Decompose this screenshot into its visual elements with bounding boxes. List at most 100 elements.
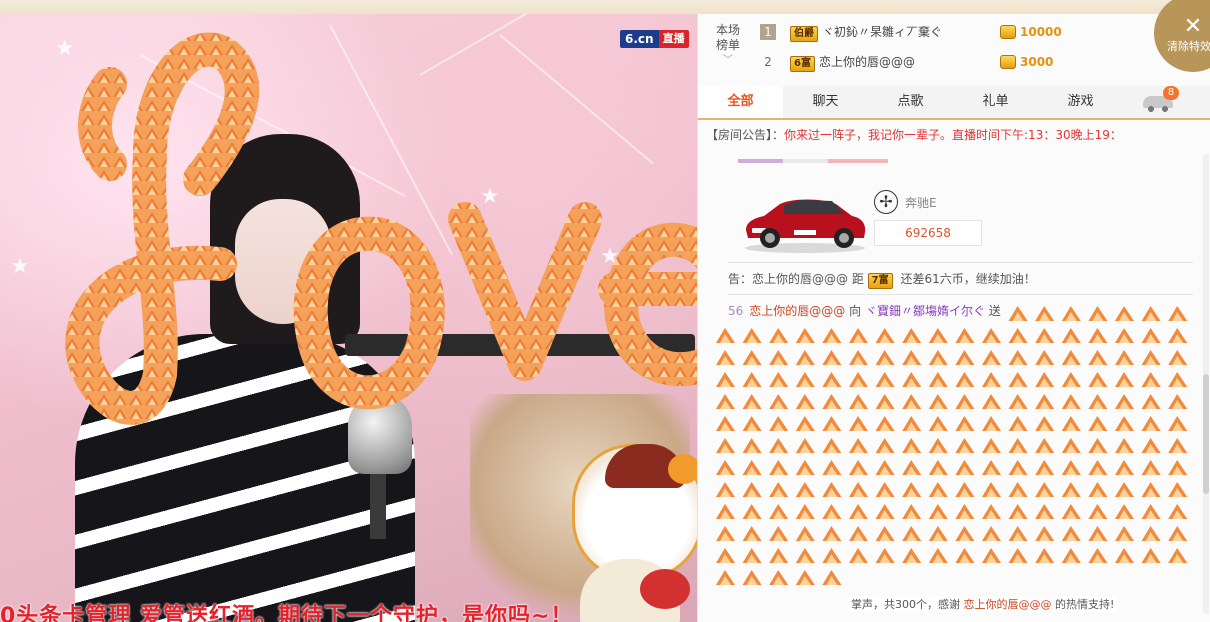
tab-gift-list[interactable]: 礼单 [953, 86, 1038, 118]
gift-icon [716, 526, 735, 541]
gift-icon [1035, 350, 1055, 365]
gift-icon [769, 570, 789, 585]
gift-icon [742, 482, 762, 497]
gift-icon [1088, 306, 1108, 321]
gift-icon [1035, 482, 1055, 497]
gift-icon [849, 482, 868, 497]
gift-icon [1115, 482, 1134, 497]
gift-icon [716, 394, 735, 409]
clear-effects-button[interactable]: ✕ 清除特效 [1154, 0, 1210, 72]
gift-target[interactable]: ヾ寶鈿〃鄒塲媠イ尔ぐ [865, 304, 985, 318]
gift-icon [742, 504, 762, 519]
gift-icon [982, 372, 1001, 387]
guard-middle: 距 [848, 272, 868, 286]
gift-icon [1061, 504, 1081, 519]
gift-icon [1088, 394, 1108, 409]
notice-label: 【房间公告】： [706, 128, 785, 142]
gift-icon [742, 416, 762, 431]
gift-icon [1168, 394, 1188, 409]
gift-icon [1141, 328, 1161, 343]
gift-icon [1141, 548, 1161, 563]
live-video[interactable]: ★ ★ ★ ★ ★ 6.cn 直播 0头条卡管理 爱管送红酒。期待下一个守护，是… [0, 14, 697, 622]
gift-icon [902, 460, 922, 475]
tab-chat[interactable]: 聊天 [783, 86, 868, 118]
gift-icon [1115, 504, 1134, 519]
gift-sender[interactable]: 恋上你的唇@@@ [749, 304, 845, 318]
gift-icon [928, 526, 948, 541]
gift-icon [1168, 526, 1188, 541]
gift-icon [955, 504, 975, 519]
clipped-chat-line [738, 156, 888, 164]
gift-icon [769, 460, 789, 475]
gift-icon [982, 548, 1001, 563]
gift-icon [928, 416, 948, 431]
leaderboard-toggle[interactable]: 本场 榜单 ﹀ [698, 14, 758, 78]
gift-icon [875, 394, 895, 409]
gift-icon [955, 526, 975, 541]
gift-icon [822, 570, 842, 585]
gift-icon [1035, 438, 1055, 453]
gift-icon [1168, 306, 1188, 321]
gift-icon [1035, 394, 1055, 409]
hamster-ear [668, 454, 697, 484]
tab-all[interactable]: 全部 [698, 86, 783, 118]
gift-icon [822, 482, 842, 497]
gift-icon [1008, 482, 1028, 497]
gift-icon [795, 416, 815, 431]
gift-icon [955, 350, 975, 365]
guard-suffix: 还差61六币，继续加油！ [896, 272, 1036, 286]
gift-icon [1168, 548, 1188, 563]
gift-icon [1088, 548, 1108, 563]
gift-icon [902, 482, 922, 497]
gift-icon [795, 482, 815, 497]
gift-icon [1008, 416, 1028, 431]
chevron-down-icon: ﹀ [723, 55, 733, 66]
gift-icon [875, 482, 895, 497]
gift-icon [1115, 548, 1134, 563]
scroll-thumb[interactable] [1203, 374, 1209, 494]
gift-icon [1035, 526, 1055, 541]
gift-icon [1141, 460, 1161, 475]
gift-icon [928, 482, 948, 497]
car-user-id[interactable]: 692658 [874, 220, 982, 246]
applause-username[interactable]: 恋上你的唇@@@ [964, 598, 1052, 611]
gift-icon [1141, 504, 1161, 519]
gift-icon [769, 504, 789, 519]
gift-icon [716, 460, 735, 475]
gift-icon [928, 372, 948, 387]
rank-username[interactable]: 恋上你的唇@@@ [819, 55, 915, 69]
gift-icon [1008, 328, 1028, 343]
gift-icon [1008, 438, 1028, 453]
gift-icon [1061, 482, 1081, 497]
gift-icon [1035, 306, 1055, 321]
gift-icon [1061, 460, 1081, 475]
gift-icon [1141, 526, 1161, 541]
gift-icon [902, 350, 922, 365]
gift-icon [1088, 372, 1108, 387]
leaderboard-row[interactable]: 1 伯爵 ヾ初鈊〃杲雛ィ丆棄ぐ 10000 [760, 18, 1160, 46]
guard-username[interactable]: 恋上你的唇@@@ [752, 272, 848, 286]
gift-icon [795, 460, 815, 475]
car-brand-name: 奔驰E [905, 196, 937, 210]
gift-icon [982, 482, 1001, 497]
gift-verb: 向 [845, 304, 865, 318]
gift-icon [1115, 460, 1134, 475]
gift-icon [849, 394, 868, 409]
tab-games[interactable]: 游戏 [1038, 86, 1123, 118]
rank-username[interactable]: ヾ初鈊〃杲雛ィ丆棄ぐ [822, 25, 942, 39]
gift-icon [1008, 306, 1028, 321]
gift-icon [1088, 504, 1108, 519]
gift-icon [902, 548, 922, 563]
tab-song-request[interactable]: 点歌 [868, 86, 953, 118]
gift-icon [982, 526, 1001, 541]
gift-icon [849, 438, 868, 453]
gift-icon [795, 328, 815, 343]
gift-icon [1035, 504, 1055, 519]
coin-icon [1000, 25, 1016, 39]
gift-icon [742, 526, 762, 541]
gift-icon [795, 394, 815, 409]
tab-cars[interactable]: 8 [1123, 86, 1208, 118]
chat-scrollbar[interactable] [1203, 154, 1209, 614]
leaderboard-row[interactable]: 2 6富 恋上你的唇@@@ 3000 [760, 48, 1160, 76]
mic-pole [370, 469, 386, 539]
